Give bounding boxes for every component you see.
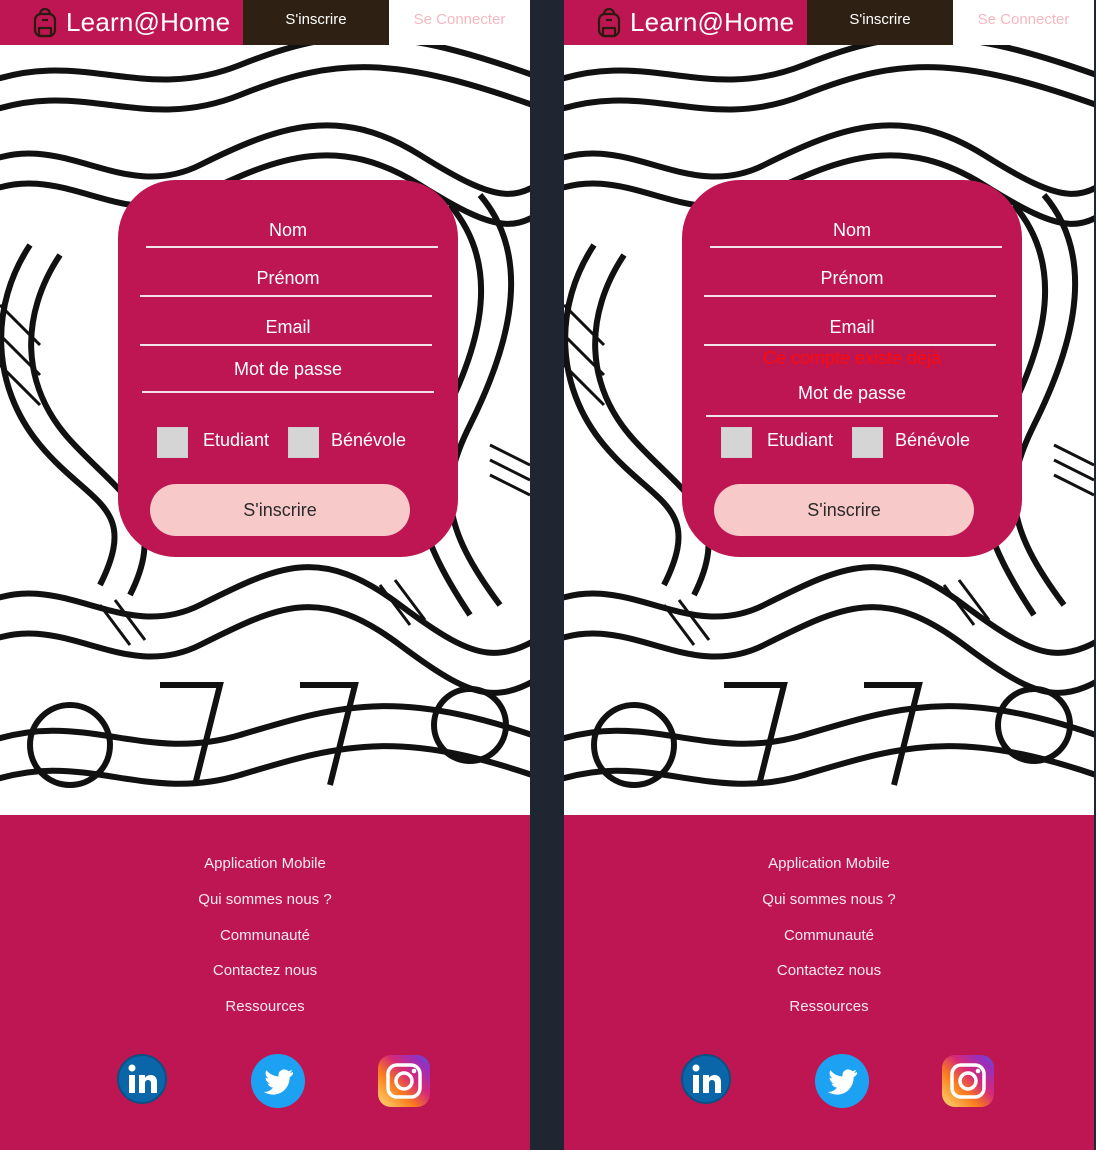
brand-logo[interactable]: Learn@Home (0, 0, 243, 45)
instagram-icon[interactable] (376, 1053, 432, 1109)
nom-field[interactable]: Nom (118, 220, 458, 241)
role-selector: Etudiant Bénévole (682, 427, 1022, 459)
signup-card: Nom Prénom Email Mot de passe Etudiant B… (118, 180, 458, 557)
linkedin-icon[interactable] (678, 1051, 734, 1107)
email-underline (704, 344, 996, 346)
volunteer-checkbox[interactable] (288, 427, 319, 458)
brand-logo[interactable]: Learn@Home (564, 0, 807, 45)
volunteer-label: Bénévole (895, 430, 971, 450)
prenom-underline (704, 295, 996, 297)
volunteer-checkbox[interactable] (852, 427, 883, 458)
signup-screen-default: Learn@Home S'inscrire Se Connecter Nom P… (0, 0, 530, 1150)
footer-link-mobile-app[interactable]: Application Mobile (0, 855, 530, 872)
footer: Application Mobile Qui sommes nous ? Com… (0, 815, 530, 1150)
footer-link-contact[interactable]: Contactez nous (564, 962, 1094, 979)
student-checkbox[interactable] (721, 427, 752, 458)
prenom-underline (140, 295, 432, 297)
footer-link-community[interactable]: Communauté (564, 927, 1094, 944)
backpack-icon (33, 7, 57, 37)
backpack-icon (597, 7, 621, 37)
footer-link-resources[interactable]: Ressources (564, 998, 1094, 1015)
nom-underline (146, 246, 438, 248)
tab-signup[interactable]: S'inscrire (807, 0, 953, 45)
nom-field[interactable]: Nom (682, 220, 1022, 241)
instagram-icon[interactable] (940, 1053, 996, 1109)
tab-login[interactable]: Se Connecter (953, 0, 1094, 45)
footer-link-about[interactable]: Qui sommes nous ? (564, 891, 1094, 908)
footer: Application Mobile Qui sommes nous ? Com… (564, 815, 1094, 1150)
prenom-field[interactable]: Prénom (118, 268, 458, 289)
password-field[interactable]: Mot de passe (118, 359, 458, 380)
signup-card: Nom Prénom Email Ce compte existe déjà M… (682, 180, 1022, 557)
brand-name: Learn@Home (630, 7, 795, 37)
footer-link-community[interactable]: Communauté (0, 927, 530, 944)
tab-login[interactable]: Se Connecter (389, 0, 530, 45)
linkedin-icon[interactable] (114, 1051, 170, 1107)
twitter-icon[interactable] (250, 1053, 306, 1109)
student-label: Etudiant (203, 430, 270, 450)
signup-screen-error: Learn@Home S'inscrire Se Connecter Nom P… (564, 0, 1094, 1150)
student-label: Etudiant (767, 430, 834, 450)
top-navbar: Learn@Home S'inscrire Se Connecter (0, 0, 530, 45)
role-selector: Etudiant Bénévole (118, 427, 458, 459)
password-underline (142, 391, 434, 393)
brand-name: Learn@Home (66, 7, 231, 37)
tab-signup[interactable]: S'inscrire (243, 0, 389, 45)
email-field[interactable]: Email (118, 317, 458, 338)
volunteer-label: Bénévole (331, 430, 407, 450)
email-error-message: Ce compte existe déjà (762, 348, 942, 368)
prenom-field[interactable]: Prénom (682, 268, 1022, 289)
password-underline (706, 415, 998, 417)
footer-link-resources[interactable]: Ressources (0, 998, 530, 1015)
twitter-icon[interactable] (814, 1053, 870, 1109)
student-checkbox[interactable] (157, 427, 188, 458)
footer-link-mobile-app[interactable]: Application Mobile (564, 855, 1094, 872)
email-underline (140, 344, 432, 346)
email-field[interactable]: Email (682, 317, 1022, 338)
footer-link-about[interactable]: Qui sommes nous ? (0, 891, 530, 908)
signup-submit-button[interactable]: S'inscrire (714, 484, 974, 536)
signup-submit-button[interactable]: S'inscrire (150, 484, 410, 536)
footer-link-contact[interactable]: Contactez nous (0, 962, 530, 979)
top-navbar: Learn@Home S'inscrire Se Connecter (564, 0, 1094, 45)
nom-underline (710, 246, 1002, 248)
password-field[interactable]: Mot de passe (682, 383, 1022, 404)
